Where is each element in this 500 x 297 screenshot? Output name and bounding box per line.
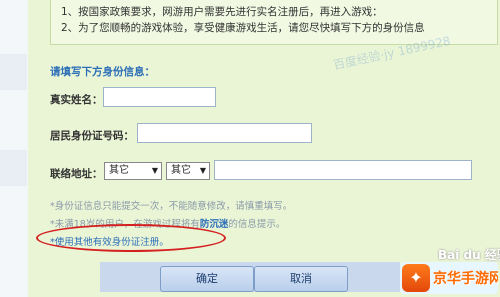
real-name-input[interactable] [103, 87, 216, 107]
badge-text: 京华手游网 [433, 271, 498, 287]
site-badge: ✦ 京华手游网 [400, 262, 498, 294]
notice-line-2: 2、为了您顺畅的游戏体验，享受健康游戏生活，请您尽快填写下方的身份信息 [61, 22, 425, 34]
notice-line-1: 1、按国家政策要求，网游用户需要先进行实名注册后，再进入游戏： [61, 6, 383, 18]
address-label: 联络地址： [50, 168, 103, 180]
left-sidebar-strip [0, 0, 29, 297]
province-select[interactable]: 其它 ▼ [104, 162, 162, 180]
note-id-once: *身份证信息只能提交一次，不能随意修改，请慎重填写。 [50, 201, 293, 212]
note-anti-addiction-suffix: 的信息提示。 [228, 219, 286, 230]
highlight-ellipse [36, 224, 226, 252]
dropdown-arrow-icon: ▼ [151, 166, 158, 175]
id-number-label: 居民身份证号码： [50, 130, 134, 142]
sidebar-cell [0, 54, 27, 90]
confirm-button[interactable]: 确定 [160, 266, 254, 292]
dropdown-arrow-icon: ▼ [199, 166, 206, 175]
cancel-button[interactable]: 取消 [254, 266, 348, 292]
jinghua-logo-icon: ✦ [402, 264, 430, 292]
city-select-value: 其它 [171, 165, 191, 176]
city-select[interactable]: 其它 ▼ [166, 162, 210, 180]
address-input[interactable] [214, 160, 472, 180]
baidu-jingyan-mark: Bai du 经验 [438, 248, 500, 262]
real-name-label: 真实姓名： [50, 94, 103, 106]
registration-panel: 1、按国家政策要求，网游用户需要先进行实名注册后，再进入游戏： 2、为了您顺畅的… [28, 0, 500, 297]
id-number-input[interactable] [137, 123, 312, 143]
province-select-value: 其它 [109, 165, 129, 176]
sidebar-cell [0, 150, 27, 186]
section-title: 请填写下方身份信息： [50, 66, 155, 78]
